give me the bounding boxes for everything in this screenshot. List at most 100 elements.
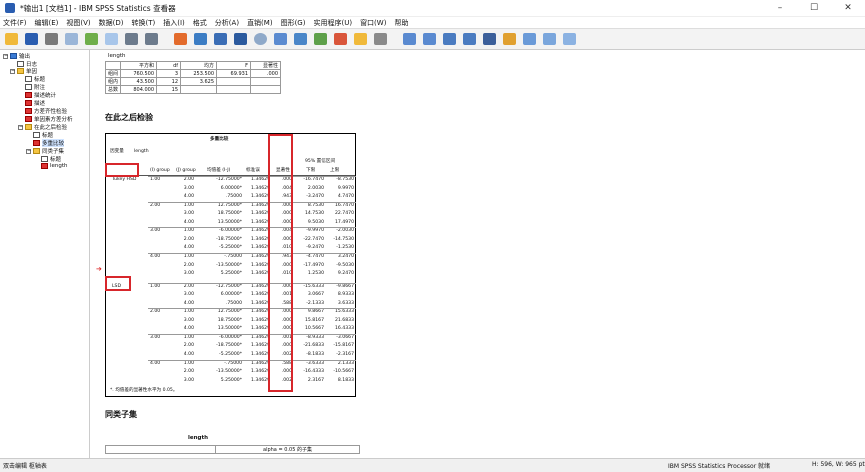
preview-icon	[65, 33, 78, 45]
insert-title-button[interactable]	[541, 31, 558, 48]
chart-button[interactable]	[332, 31, 349, 48]
tree-node-desc[interactable]: 描述	[25, 99, 45, 107]
tree-node-anova[interactable]: 单因素方差分析	[25, 115, 73, 123]
designate-window-button[interactable]	[292, 31, 309, 48]
row-j: 1.00	[183, 334, 194, 340]
minimize-button[interactable]: –	[763, 0, 797, 17]
row-j: 1.00	[183, 228, 194, 234]
show-button[interactable]	[481, 31, 498, 48]
row-j: 1.00	[183, 309, 194, 315]
heading-icon	[523, 33, 536, 45]
row-lower-bound: 1.2530	[307, 271, 324, 277]
variables-button[interactable]	[232, 31, 249, 48]
insert-heading-button[interactable]	[521, 31, 538, 48]
table-header-cell	[104, 61, 122, 70]
tree-node-posthoc[interactable]: 在此之后检验	[25, 123, 67, 131]
row-std-error: 1.34629	[251, 300, 270, 306]
row-j: 2.00	[183, 177, 194, 182]
homogeneous-subsets-table[interactable]: alpha = 0.05 的子集	[105, 445, 360, 454]
row-std-error: 1.34629	[251, 211, 270, 217]
show-all-button[interactable]	[272, 31, 289, 48]
back-button[interactable]	[401, 31, 418, 48]
menu-analyze[interactable]: 分析(A)	[215, 18, 239, 28]
row-lower-bound: 15.8167	[305, 317, 324, 323]
tree-node-output[interactable]: 输出	[10, 52, 30, 60]
save-button[interactable]	[23, 31, 40, 48]
tree-node-title[interactable]: 标题	[25, 75, 45, 83]
menu-graphs[interactable]: 图形(G)	[281, 18, 306, 28]
collapse-button[interactable]	[461, 31, 478, 48]
goto-variable-button[interactable]	[212, 31, 229, 48]
script-button[interactable]	[352, 31, 369, 48]
hide-button[interactable]	[501, 31, 518, 48]
outline-tree: − 输出 日志 − 单因 标题 附注 描述统计 描述 方差齐性检验 单因素方差分…	[0, 50, 90, 458]
row-mean-diff: -13.50000*	[216, 369, 242, 375]
menu-format[interactable]: 格式	[193, 18, 207, 28]
shapes-icon	[274, 33, 287, 45]
row-j: 2.00	[183, 262, 194, 268]
menu-file[interactable]: 文件(F)	[3, 18, 27, 28]
row-j: 1.00	[183, 360, 194, 366]
maximize-button[interactable]: ☐	[797, 0, 831, 17]
insert-text-button[interactable]	[561, 31, 578, 48]
menu-help[interactable]: 帮助	[394, 18, 408, 28]
menu-direct-marketing[interactable]: 直销(M)	[247, 18, 273, 28]
tree-node-length[interactable]: length	[41, 163, 68, 169]
menu-window[interactable]: 窗口(W)	[360, 18, 386, 28]
open-button[interactable]	[3, 31, 20, 48]
table-header-cell: 平方和	[120, 61, 158, 70]
goto-case-button[interactable]	[192, 31, 209, 48]
row-lower-bound: -16.4333	[303, 369, 324, 375]
close-button[interactable]: ✕	[831, 0, 865, 17]
undo-button[interactable]	[123, 31, 140, 48]
tree-node-multiple-comparisons[interactable]: 多重比较	[33, 139, 65, 147]
select-output-button[interactable]	[312, 31, 329, 48]
expand-button[interactable]	[441, 31, 458, 48]
row-std-error: 1.34629	[251, 309, 270, 315]
print-preview-button[interactable]	[63, 31, 80, 48]
menu-transform[interactable]: 转换(T)	[132, 18, 156, 28]
row-upper-bound: 21.6833	[335, 317, 354, 323]
menu-view[interactable]: 视图(V)	[66, 18, 90, 28]
table-footnote: *. 均值差的显著性水平为 0.05。	[110, 388, 178, 393]
row-upper-bound: 17.4970	[335, 219, 354, 225]
tree-node-notes[interactable]: 附注	[25, 83, 45, 91]
tree-node-homogeneous-subsets[interactable]: 同类子集	[33, 147, 64, 155]
redo-button[interactable]	[143, 31, 160, 48]
menu-utilities[interactable]: 实用程序(U)	[313, 18, 352, 28]
ci-header: 95% 置信区间	[305, 159, 336, 164]
tree-node-homsub-title[interactable]: 标题	[41, 155, 61, 163]
menu-insert[interactable]: 插入(I)	[163, 18, 185, 28]
tree-node-homogeneity[interactable]: 方差齐性检验	[25, 107, 67, 115]
menu-data[interactable]: 数据(D)	[99, 18, 124, 28]
subset-header: alpha = 0.05 的子集	[215, 445, 360, 454]
table-cell: .000	[250, 69, 282, 78]
print-button[interactable]	[43, 31, 60, 48]
collapse-toggle[interactable]: −	[3, 54, 8, 59]
menu-edit[interactable]: 编辑(E)	[35, 18, 59, 28]
collapse-toggle[interactable]: −	[18, 125, 23, 130]
tree-node-posthoc-title[interactable]: 标题	[33, 131, 53, 139]
multiple-comparisons-table[interactable]: 多重比较 因变量 length 95% 置信区间 (I) group (J) g…	[105, 133, 356, 397]
table-cell: 组内	[104, 77, 122, 86]
forward-button[interactable]	[421, 31, 438, 48]
title-icon	[543, 33, 556, 45]
export-button[interactable]	[83, 31, 100, 48]
row-j: 3.00	[183, 317, 194, 323]
table-icon	[33, 140, 40, 146]
recall-dialog-button[interactable]	[103, 31, 120, 48]
row-i: 1.00	[150, 177, 161, 182]
goto-data-button[interactable]	[172, 31, 189, 48]
tree-node-oneway[interactable]: 单因	[17, 67, 37, 75]
anova-table-label: length	[108, 53, 126, 59]
collapse-toggle[interactable]: −	[10, 69, 15, 74]
homsub-table-label: length	[188, 435, 209, 441]
chart-icon	[334, 33, 347, 45]
use-sets-button[interactable]	[252, 31, 269, 48]
anova-table[interactable]: 平方和 df 均方 F 显著性 组间 760.500 3 253.500 69.…	[104, 61, 282, 94]
stop-button[interactable]	[372, 31, 389, 48]
row-std-error: 1.34629	[251, 228, 270, 234]
table-row: 组间 760.500 3 253.500 69.931 .000	[104, 69, 282, 78]
collapse-toggle[interactable]: −	[26, 149, 31, 154]
tree-node-descriptives[interactable]: 描述统计	[25, 91, 56, 99]
